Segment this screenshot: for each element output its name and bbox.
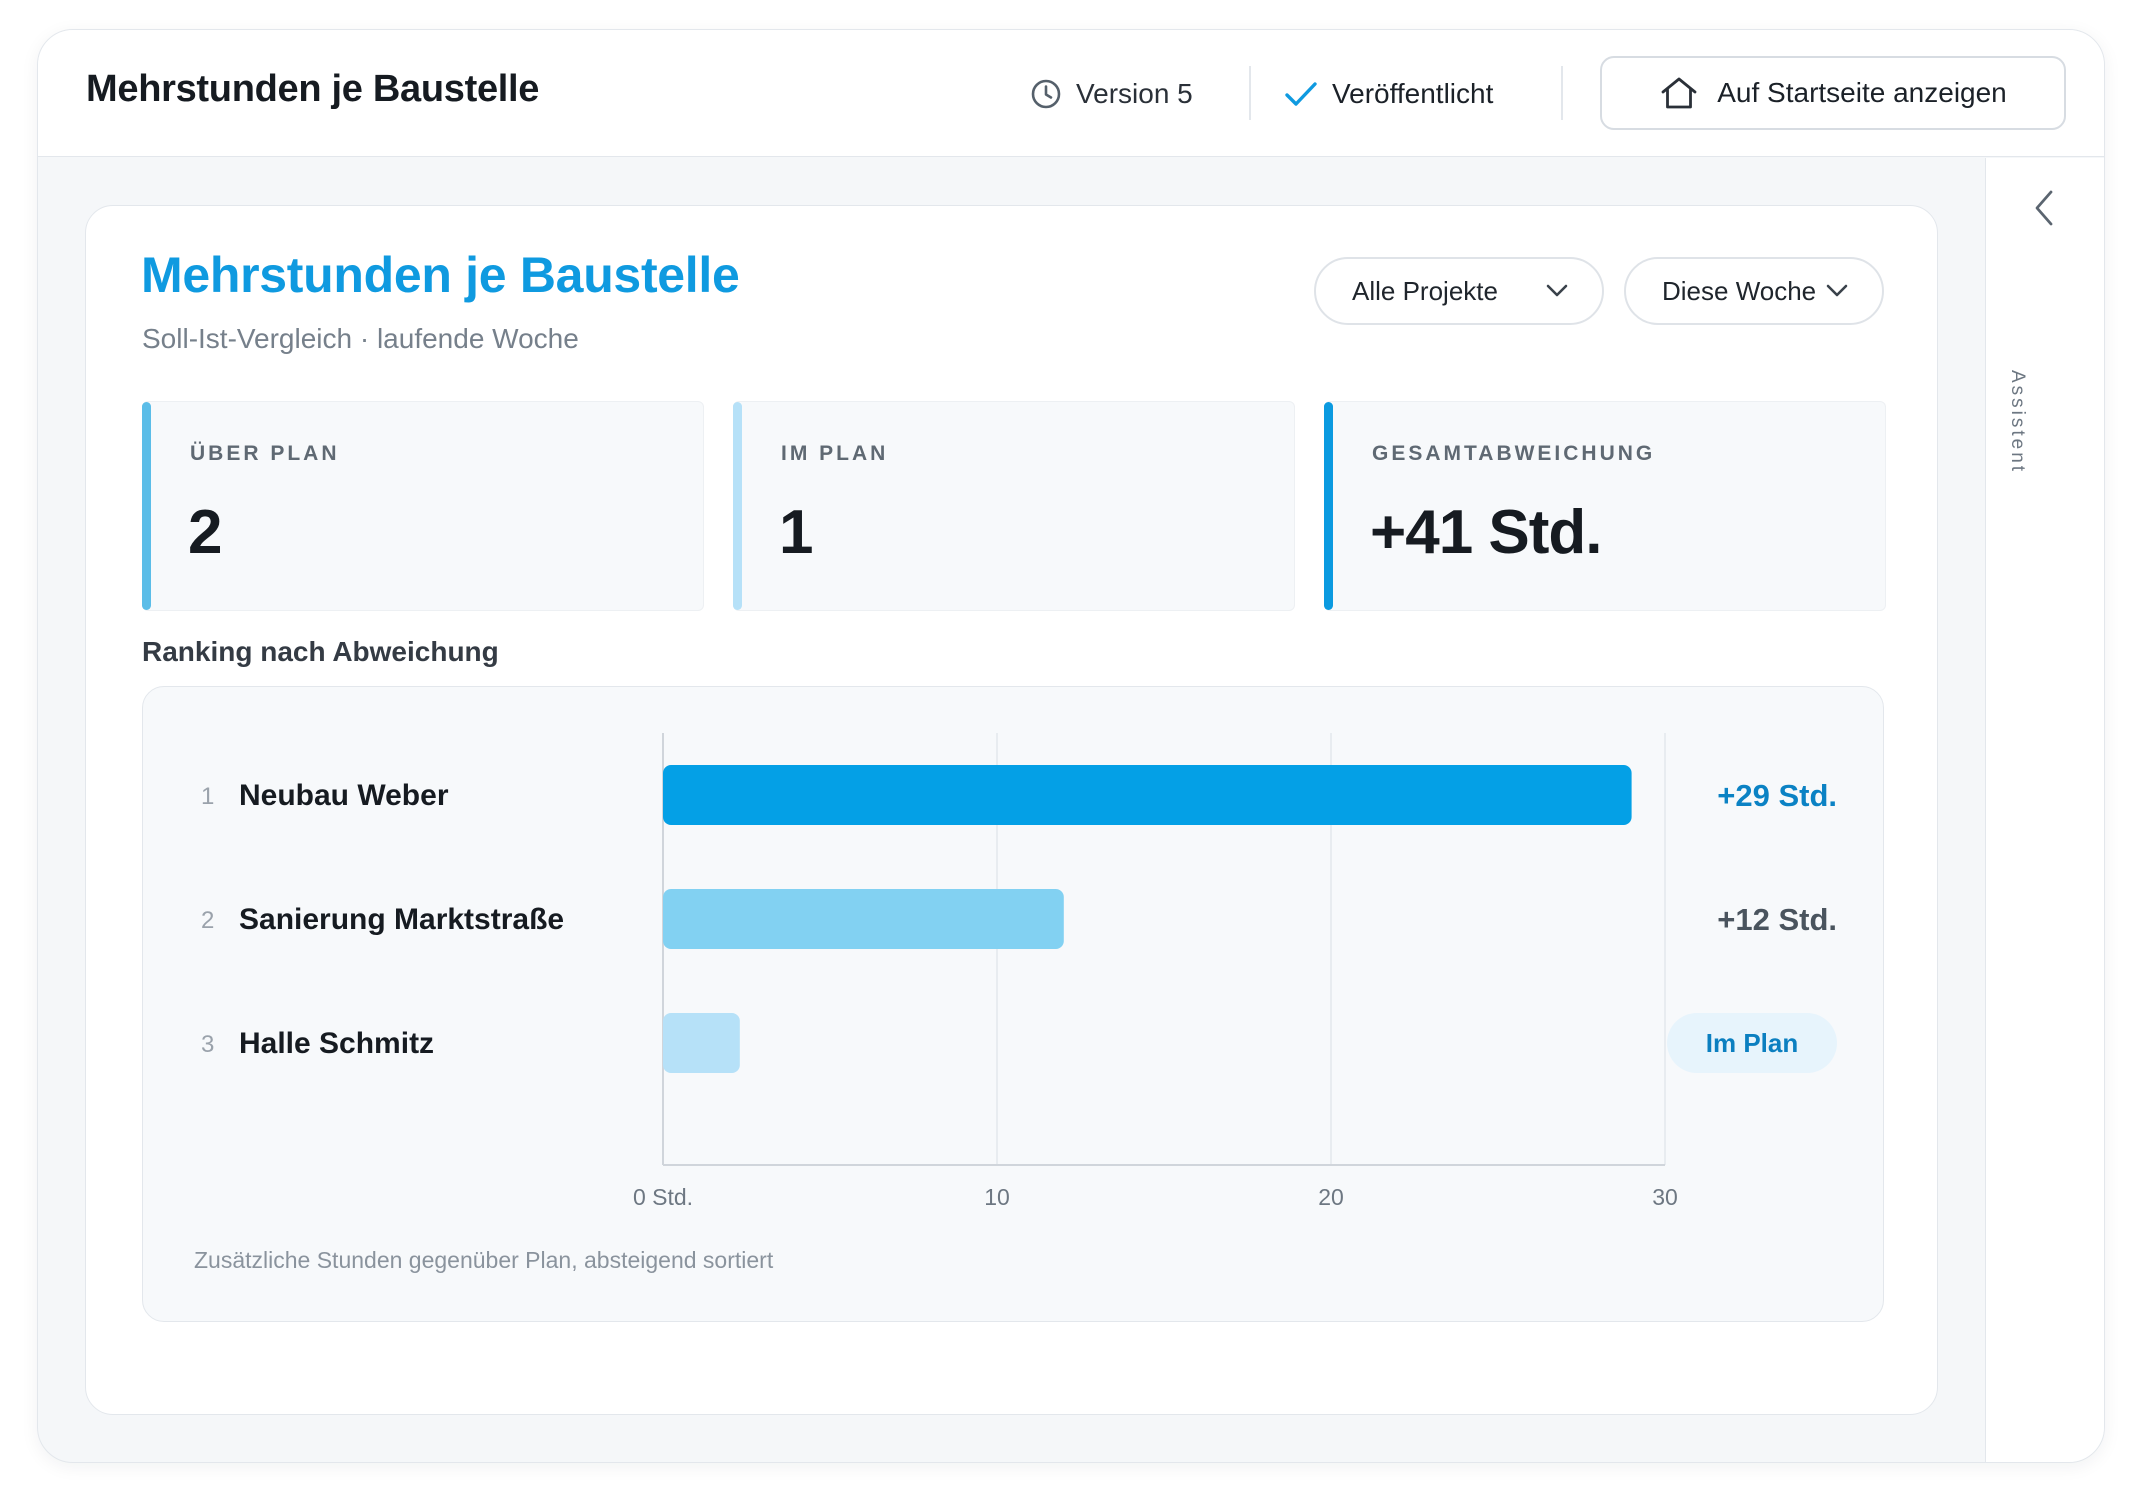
- chart-footnote: Zusätzliche Stunden gegenüber Plan, abst…: [194, 1247, 774, 1273]
- card-title: Mehrstunden je Baustelle: [141, 247, 740, 303]
- value-label: +12 Std.: [1717, 902, 1837, 937]
- card-subtitle: Soll-Ist-Vergleich · laufende Woche: [142, 323, 579, 354]
- kpi-value: 2: [188, 498, 222, 567]
- home-icon: [1661, 77, 1697, 109]
- rank-number: 3: [201, 1031, 214, 1058]
- kpi-label: IM PLAN: [781, 442, 889, 465]
- status-label: Veröffentlicht: [1332, 78, 1494, 109]
- kpi-label: GESAMTABWEICHUNG: [1372, 442, 1656, 465]
- kpi-label: ÜBER PLAN: [190, 442, 340, 465]
- kpi-value: 1: [779, 498, 813, 567]
- in-plan-badge-label: Im Plan: [1706, 1028, 1798, 1058]
- value-label: +29 Std.: [1717, 778, 1837, 813]
- rank-number: 2: [201, 907, 214, 934]
- home-button-label: Auf Startseite anzeigen: [1717, 77, 2007, 108]
- assistant-toggle[interactable]: Assistent: [2006, 370, 2028, 474]
- x-tick-label: 10: [984, 1184, 1010, 1210]
- project-filter-dropdown[interactable]: Alle Projekte: [1314, 257, 1604, 325]
- kpi-in-plan: IM PLAN 1: [733, 401, 1295, 611]
- header-divider: [1561, 66, 1563, 120]
- kpi-value: +41 Std.: [1370, 498, 1602, 567]
- data-bar: [663, 889, 1064, 949]
- period-filter-dropdown[interactable]: Diese Woche: [1624, 257, 1884, 325]
- rank-number: 1: [201, 783, 214, 810]
- kpi-total-deviation: GESAMTABWEICHUNG +41 Std.: [1324, 401, 1886, 611]
- kpi-over-plan: ÜBER PLAN 2: [142, 401, 704, 611]
- dashboard-card: Mehrstunden je Baustelle Soll-Ist-Vergle…: [85, 205, 1938, 1415]
- ranking-chart-panel: 0 Std. 10 20 30 1 Neubau Weber +29 Std. 2 Sanier…: [142, 686, 1884, 1322]
- site-name-label: Halle Schmitz: [239, 1027, 434, 1060]
- header-divider: [1249, 66, 1251, 120]
- kpi-accent-bar: [733, 402, 742, 610]
- version-label: Version 5: [1076, 78, 1193, 109]
- version-indicator[interactable]: Version 5: [1030, 74, 1193, 114]
- clock-icon: [1031, 79, 1061, 109]
- site-name-label: Neubau Weber: [239, 779, 449, 812]
- kpi-accent-bar: [1324, 402, 1333, 610]
- site-name-label: Sanierung Marktstraße: [239, 903, 564, 936]
- page-title: Mehrstunden je Baustelle: [86, 68, 540, 110]
- checkmark-icon: [1285, 82, 1317, 106]
- x-tick-label: 20: [1318, 1184, 1344, 1210]
- chevron-left-icon[interactable]: [2032, 188, 2056, 228]
- show-on-homepage-button[interactable]: Auf Startseite anzeigen: [1600, 56, 2066, 130]
- x-tick-label: 0 Std.: [633, 1184, 693, 1210]
- top-header: Mehrstunden je Baustelle Version 5 Veröf…: [38, 30, 2104, 157]
- ranking-heading: Ranking nach Abweichung: [142, 636, 499, 667]
- ranking-bar-chart: 0 Std. 10 20 30 1 Neubau Weber +29 Std. 2 Sanier…: [201, 733, 1837, 1210]
- kpi-accent-bar: [142, 402, 151, 610]
- chevron-down-icon: [1826, 284, 1848, 297]
- app-window: Mehrstunden je Baustelle Version 5 Veröf…: [37, 29, 2105, 1463]
- chevron-down-icon: [1546, 284, 1568, 297]
- period-filter-value: Diese Woche: [1662, 275, 1817, 306]
- data-bar: [663, 765, 1632, 825]
- publish-status: Veröffentlicht: [1284, 74, 1493, 114]
- project-filter-value: Alle Projekte: [1352, 275, 1498, 306]
- assistant-rail: Assistent: [1985, 158, 2104, 1462]
- data-bar: [663, 1013, 740, 1073]
- x-tick-label: 30: [1652, 1184, 1678, 1210]
